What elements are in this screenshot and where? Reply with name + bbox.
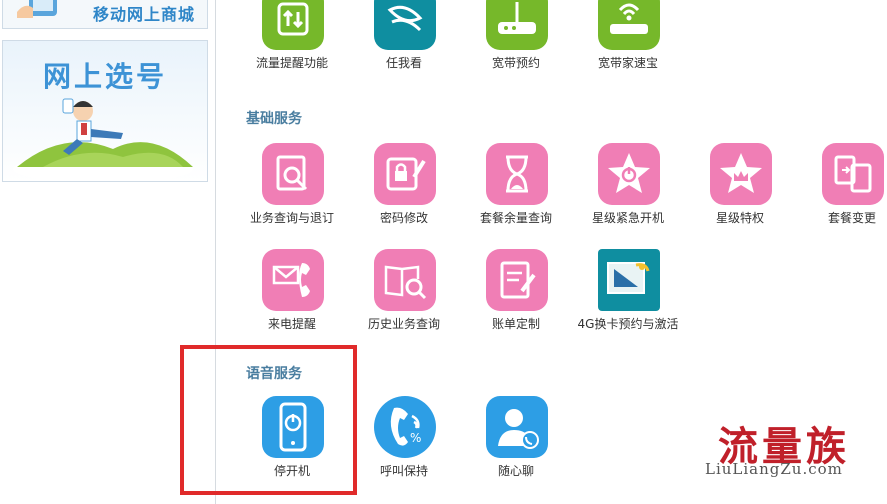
tile-label: 星级紧急开机 [591, 211, 664, 225]
online-number-banner[interactable]: 网上选号 [2, 40, 208, 182]
highlight-box [180, 345, 357, 495]
tile-package-change[interactable]: 套餐变更 [792, 143, 887, 225]
tile-free-chat[interactable]: 随心聊 [456, 396, 576, 478]
star-power-icon [598, 143, 660, 205]
watermark-url: LiuLiangZu.com [705, 460, 843, 478]
tile-label: 4G换卡预约与激活 [577, 317, 679, 331]
hourglass-icon [486, 143, 548, 205]
tile-label: 账单定制 [491, 317, 540, 331]
tile-label: 流量提醒功能 [255, 56, 328, 70]
tile-package-balance[interactable]: 套餐余量查询 [456, 143, 576, 225]
tile-broadband-booking[interactable]: 宽带预约 [456, 0, 576, 70]
tile-label: 历史业务查询 [367, 317, 440, 331]
tile-label: 呼叫保持 [379, 464, 428, 478]
svg-text:%: % [410, 431, 421, 445]
book-search-icon [374, 249, 436, 311]
mobile-mall-text: 移动网上商城 [93, 5, 196, 24]
tile-label: 随心聊 [497, 464, 534, 478]
tile-password-change[interactable]: 密码修改 [344, 143, 464, 225]
tile-label: 来电提醒 [267, 317, 316, 331]
mobile-mall-banner[interactable]: 移动网上商城 [2, 0, 208, 29]
phone-hand-icon [17, 0, 57, 18]
agent-call-icon [486, 396, 548, 458]
tile-label: 宽带预约 [491, 56, 540, 70]
lock-edit-icon [374, 143, 436, 205]
tile-label: 套餐变更 [827, 211, 876, 225]
banner-illustration-icon [13, 98, 193, 181]
section-title-basic: 基础服务 [246, 111, 302, 127]
tile-home-speed[interactable]: 宽带家速宝 [568, 0, 688, 70]
traffic-alert-icon [262, 0, 324, 50]
tile-label: 宽带家速宝 [597, 56, 658, 70]
tile-call-reminder[interactable]: 来电提醒 [232, 249, 352, 331]
star-crown-icon [710, 143, 772, 205]
tile-business-query[interactable]: 业务查询与退订 [232, 143, 352, 225]
tile-call-hold[interactable]: % 呼叫保持 [344, 396, 464, 478]
tile-traffic-alert[interactable]: 流量提醒功能 [232, 0, 352, 70]
sim-card-4g-icon [598, 249, 660, 311]
tile-history-query[interactable]: 历史业务查询 [344, 249, 464, 331]
bill-edit-icon [486, 249, 548, 311]
search-doc-icon [262, 143, 324, 205]
tile-star-emergency[interactable]: 星级紧急开机 [568, 143, 688, 225]
tile-ren-wo-kan[interactable]: 任我看 [344, 0, 464, 70]
tile-label: 星级特权 [715, 211, 764, 225]
tile-label: 业务查询与退订 [249, 211, 334, 225]
swap-doc-icon [822, 143, 884, 205]
tile-star-privilege[interactable]: 星级特权 [680, 143, 800, 225]
china-mobile-logo-icon [374, 0, 436, 50]
tile-label: 密码修改 [379, 211, 428, 225]
router-icon [486, 0, 548, 50]
tile-bill-custom[interactable]: 账单定制 [456, 249, 576, 331]
call-mail-icon [262, 249, 324, 311]
tile-label: 任我看 [385, 56, 422, 70]
tile-label: 套餐余量查询 [479, 211, 552, 225]
tile-4g-sim[interactable]: 4G换卡预约与激活 [568, 249, 688, 331]
wifi-router-icon [598, 0, 660, 50]
call-hold-icon: % [374, 396, 436, 458]
